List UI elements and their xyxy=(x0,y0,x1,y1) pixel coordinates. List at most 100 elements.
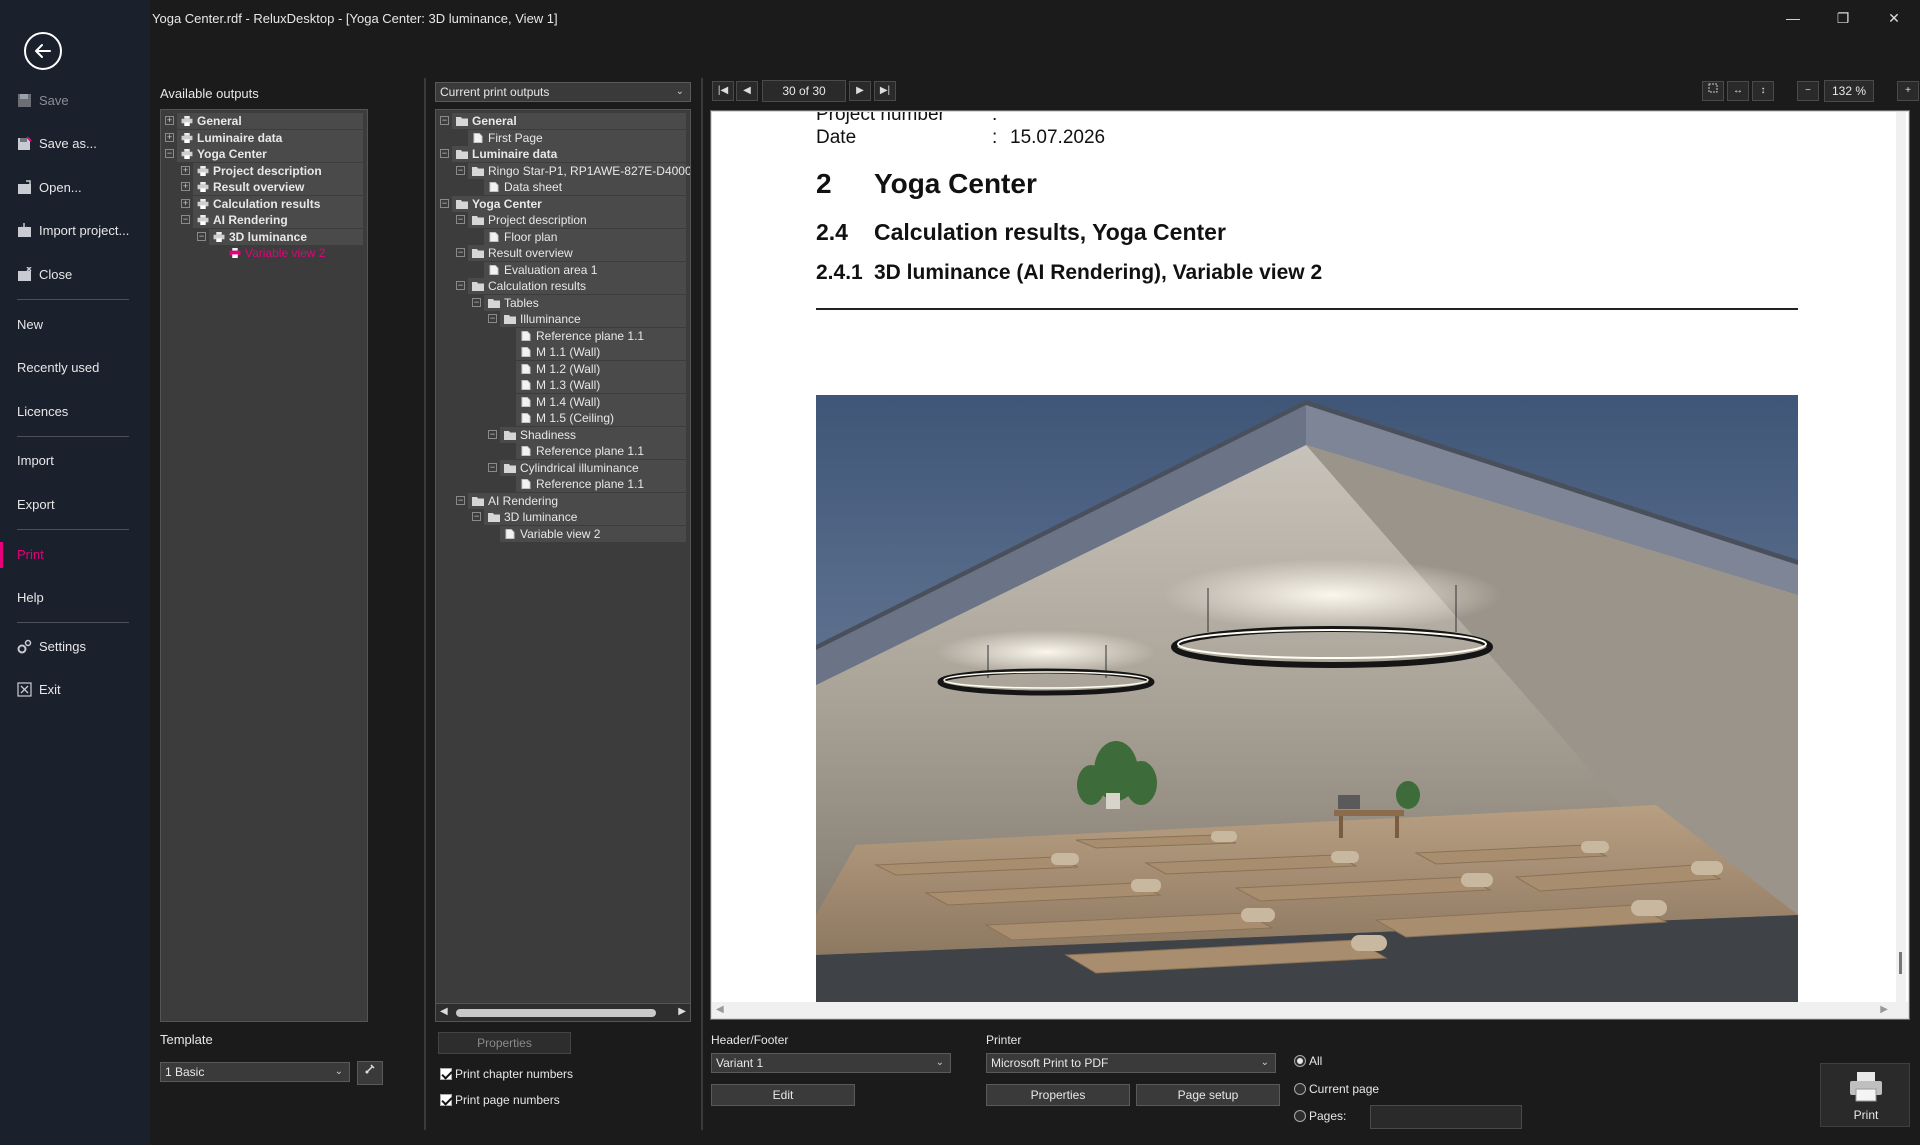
print-page-numbers-checkbox[interactable] xyxy=(440,1094,452,1106)
header-footer-edit-button[interactable]: Edit xyxy=(711,1084,855,1106)
collapse-icon[interactable]: − xyxy=(488,429,497,439)
expand-icon[interactable]: + xyxy=(181,198,190,208)
tree-item[interactable]: Calculation results xyxy=(197,196,322,212)
fit-width-button[interactable]: ↔ xyxy=(1727,81,1749,101)
maximize-button[interactable]: ❐ xyxy=(1833,8,1853,28)
sidebar-item-licences[interactable]: Licences xyxy=(17,401,68,423)
tree-item[interactable]: First Page xyxy=(472,130,545,146)
tree-item[interactable]: AI Rendering xyxy=(197,212,290,228)
sidebar-item-save-as[interactable]: Save as... xyxy=(17,133,97,155)
fit-page-button[interactable] xyxy=(1702,81,1724,101)
tree-item[interactable]: Result overview xyxy=(472,245,575,261)
tree-item[interactable]: M 1.2 (Wall) xyxy=(520,361,602,377)
collapse-icon[interactable]: − xyxy=(440,116,449,125)
page-indicator[interactable]: 30 of 30 xyxy=(762,80,846,102)
pages-input[interactable] xyxy=(1370,1105,1522,1129)
scrollbar-thumb[interactable] xyxy=(456,1009,656,1017)
minimize-button[interactable]: — xyxy=(1783,8,1803,28)
collapse-icon[interactable]: − xyxy=(456,495,465,505)
tree-item[interactable]: M 1.1 (Wall) xyxy=(520,344,602,360)
fit-height-button[interactable]: ↕ xyxy=(1752,81,1774,101)
sidebar-item-close[interactable]: Close xyxy=(17,264,72,286)
preview-vertical-scrollbar[interactable] xyxy=(1896,112,1906,1018)
tree-item[interactable]: General xyxy=(456,113,519,129)
scroll-right-icon[interactable]: ▶ xyxy=(678,1006,686,1017)
tree-item[interactable]: Yoga Center xyxy=(181,146,269,162)
print-chapter-numbers-checkbox[interactable] xyxy=(440,1068,452,1080)
sidebar-item-exit[interactable]: Exit xyxy=(17,679,61,701)
tree-item[interactable]: Reference plane 1.1 xyxy=(520,328,646,344)
tree-item[interactable]: Evaluation area 1 xyxy=(488,262,599,278)
template-dropdown[interactable]: 1 Basic ⌄ xyxy=(160,1062,350,1082)
tree-item[interactable]: M 1.5 (Ceiling) xyxy=(520,410,616,426)
tree-item[interactable]: Yoga Center xyxy=(456,196,544,212)
zoom-level[interactable]: 132 % xyxy=(1824,80,1874,102)
last-page-button[interactable]: ▶| xyxy=(874,81,896,101)
range-all-radio[interactable] xyxy=(1294,1055,1306,1067)
print-preview[interactable]: Project number : Date : 15.07.2026 2 Yog… xyxy=(712,112,1908,1018)
first-page-button[interactable]: |◀ xyxy=(712,81,734,101)
printer-properties-button[interactable]: Properties xyxy=(986,1084,1130,1106)
back-button[interactable] xyxy=(24,32,62,70)
tree-item[interactable]: Ringo Star-P1, RP1AWE-827E-D4000 xyxy=(472,163,690,179)
preview-scroll-right-icon[interactable]: ▶ xyxy=(1880,1004,1888,1015)
tree-item[interactable]: Variable view 2 xyxy=(229,245,327,261)
tree-item[interactable]: General xyxy=(181,113,244,129)
tree-item[interactable]: Reference plane 1.1 xyxy=(520,476,646,492)
sidebar-item-open[interactable]: Open... xyxy=(17,177,82,199)
zoom-in-button[interactable]: + xyxy=(1897,81,1919,101)
current-print-outputs-tree[interactable]: ◀ ▶ − General First Page − Luminaire data − Ri… xyxy=(435,109,691,1022)
sidebar-item-import[interactable]: Import xyxy=(17,450,54,472)
range-current-page-radio[interactable] xyxy=(1294,1083,1306,1095)
collapse-icon[interactable]: − xyxy=(165,149,174,158)
zoom-out-button[interactable]: − xyxy=(1797,81,1819,101)
prev-page-button[interactable]: ◀ xyxy=(736,81,758,101)
tree-item[interactable]: 3D luminance xyxy=(213,229,309,245)
tree-item[interactable]: Cylindrical illuminance xyxy=(504,460,641,476)
collapse-icon[interactable]: − xyxy=(181,215,190,224)
expand-icon[interactable]: + xyxy=(181,182,190,191)
tree-item[interactable]: Calculation results xyxy=(472,278,588,294)
collapse-icon[interactable]: − xyxy=(488,314,497,323)
scroll-left-icon[interactable]: ◀ xyxy=(440,1006,448,1017)
collapse-icon[interactable]: − xyxy=(472,512,481,521)
tree-item[interactable]: Project description xyxy=(472,212,589,228)
collapse-icon[interactable]: − xyxy=(440,198,449,208)
page-setup-button[interactable]: Page setup xyxy=(1136,1084,1280,1106)
tree-item[interactable]: Illuminance xyxy=(504,311,583,327)
collapse-icon[interactable]: − xyxy=(456,248,465,257)
sidebar-item-recently-used[interactable]: Recently used xyxy=(17,357,99,379)
expand-icon[interactable]: + xyxy=(165,132,174,142)
sidebar-item-print[interactable]: Print xyxy=(17,544,44,566)
outputs-properties-button[interactable]: Properties xyxy=(438,1032,571,1054)
horizontal-scrollbar[interactable]: ◀ ▶ xyxy=(436,1003,690,1021)
tree-item[interactable]: Data sheet xyxy=(488,179,564,195)
tree-item[interactable]: Project description xyxy=(197,163,324,179)
template-edit-button[interactable] xyxy=(357,1061,383,1085)
tree-item[interactable]: 3D luminance xyxy=(488,509,579,525)
sidebar-item-help[interactable]: Help xyxy=(17,587,44,609)
tree-item[interactable]: AI Rendering xyxy=(472,493,560,509)
expand-icon[interactable]: + xyxy=(165,116,174,125)
tree-item[interactable]: M 1.3 (Wall) xyxy=(520,377,602,393)
collapse-icon[interactable]: − xyxy=(456,215,465,224)
tree-item[interactable]: M 1.4 (Wall) xyxy=(520,394,602,410)
header-footer-dropdown[interactable]: Variant 1 ⌄ xyxy=(711,1053,951,1073)
sidebar-item-new[interactable]: New xyxy=(17,314,43,336)
close-window-button[interactable]: ✕ xyxy=(1884,8,1904,28)
sidebar-item-settings[interactable]: Settings xyxy=(17,636,86,658)
tree-item[interactable]: Luminaire data xyxy=(181,130,284,146)
collapse-icon[interactable]: − xyxy=(456,165,465,175)
preview-scroll-left-icon[interactable]: ◀ xyxy=(716,1004,724,1015)
sidebar-item-save[interactable]: Save xyxy=(17,90,69,112)
print-outputs-dropdown[interactable]: Current print outputs ⌄ xyxy=(435,82,691,102)
expand-icon[interactable]: + xyxy=(181,165,190,175)
preview-horizontal-scrollbar[interactable]: ◀ ▶ xyxy=(712,1002,1908,1018)
tree-item[interactable]: Reference plane 1.1 xyxy=(520,443,646,459)
sidebar-item-export[interactable]: Export xyxy=(17,494,55,516)
collapse-icon[interactable]: − xyxy=(488,462,497,472)
tree-item[interactable]: Luminaire data xyxy=(456,146,559,162)
collapse-icon[interactable]: − xyxy=(197,231,206,241)
tree-item[interactable]: Tables xyxy=(488,295,541,311)
collapse-icon[interactable]: − xyxy=(472,297,481,307)
